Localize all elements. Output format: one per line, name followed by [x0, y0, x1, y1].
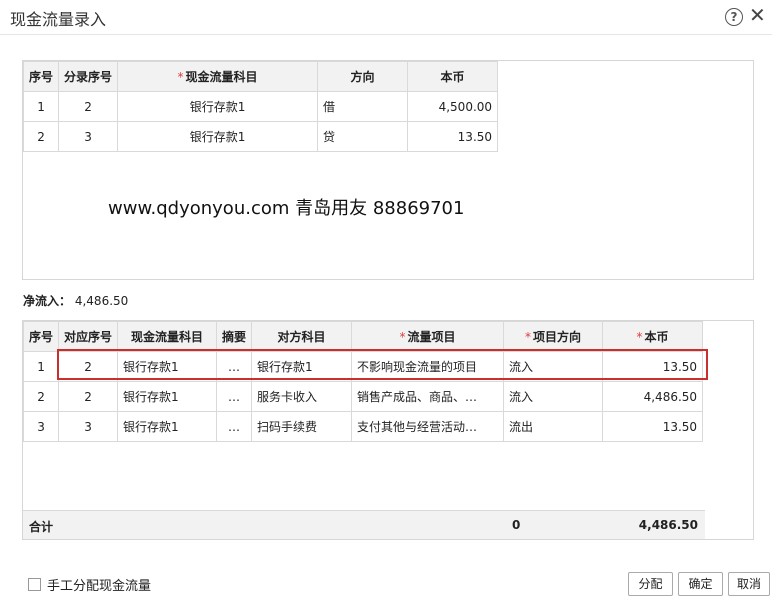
cell-counter-subject[interactable]: 扫码手续费 [251, 411, 353, 442]
col-counter-subject: 对方科目 [251, 321, 353, 352]
dialog-title: 现金流量录入 [10, 10, 107, 29]
cell-item-direction[interactable]: 流出 [503, 411, 604, 442]
dialog-titlebar: 现金流量录入 ? ✕ [0, 0, 772, 35]
col-amount: * 本币 [602, 321, 704, 352]
cell-ref-seq[interactable]: 3 [58, 411, 119, 442]
total-amount: 4,486.50 [638, 518, 698, 532]
manual-allocate-checkbox[interactable]: 手工分配现金流量 [28, 575, 151, 594]
col-summary: 摘要 [216, 321, 253, 352]
table-header-row: 序号 对应序号 现金流量科目 摘要 对方科目 * 流量项目 * 项目方向 * 本币 [22, 321, 704, 352]
net-flow-label: 净流入： [23, 294, 72, 308]
cell-direction[interactable]: 贷 [317, 121, 409, 152]
required-star-icon: * [525, 330, 532, 344]
help-icon[interactable]: ? [725, 8, 743, 26]
col-ref-seq: 对应序号 [58, 321, 119, 352]
ok-button[interactable]: 确定 [678, 572, 723, 596]
cell-seq: 3 [22, 411, 60, 442]
cell-amount[interactable]: 4,500.00 [407, 91, 499, 122]
col-cash-subject: * 现金流量科目 [117, 61, 319, 92]
col-cash-subject: 现金流量科目 [117, 321, 218, 352]
required-star-icon: * [177, 70, 184, 84]
checkbox-icon[interactable] [28, 578, 41, 591]
allocate-button[interactable]: 分配 [628, 572, 673, 596]
cell-subject[interactable]: 银行存款1 [117, 381, 218, 412]
cell-subject[interactable]: 银行存款1 [117, 411, 218, 442]
cell-ref-seq[interactable]: 2 [58, 381, 119, 412]
cell-amount[interactable]: 13.50 [602, 411, 704, 442]
col-seq: 序号 [22, 321, 60, 352]
cash-flow-table: 序号 对应序号 现金流量科目 摘要 对方科目 * 流量项目 * 项目方向 * 本币 1… [22, 321, 704, 442]
watermark-text: www.qdyonyou.com 青岛用友 88869701 [108, 198, 465, 219]
total-direction: 0 [512, 518, 521, 532]
cell-counter-subject[interactable]: 服务卡收入 [251, 381, 353, 412]
table-row[interactable]: 2 2 银行存款1 … 服务卡收入 销售产成品、商品、… 流入 4,486.50 [22, 381, 704, 412]
cell-item-direction[interactable]: 流入 [503, 381, 604, 412]
total-row: 合计 0 4,486.50 [23, 510, 705, 539]
cell-summary[interactable]: … [216, 381, 253, 412]
cell-subject[interactable]: 银行存款1 [117, 121, 319, 152]
col-amount: 本币 [407, 61, 499, 92]
cell-subject[interactable]: 银行存款1 [117, 351, 218, 382]
col-seq: 序号 [22, 61, 60, 92]
col-flow-item: * 流量项目 [351, 321, 505, 352]
cell-flow-item[interactable]: 不影响现金流量的项目 [351, 351, 505, 382]
cell-counter-subject[interactable]: 银行存款1 [251, 351, 353, 382]
cancel-button[interactable]: 取消 [728, 572, 770, 596]
top-entry-panel: 序号 分录序号 * 现金流量科目 方向 本币 1 2 银行存款1 借 4,500.… [22, 60, 754, 280]
table-row[interactable]: 3 3 银行存款1 … 扫码手续费 支付其他与经营活动… 流出 13.50 [22, 411, 704, 442]
cell-entry-seq: 3 [58, 121, 119, 152]
cell-seq: 1 [22, 351, 60, 382]
total-label: 合计 [29, 520, 54, 534]
table-row[interactable]: 1 2 银行存款1 … 银行存款1 不影响现金流量的项目 流入 13.50 [22, 351, 704, 382]
cell-direction[interactable]: 借 [317, 91, 409, 122]
col-entry-seq: 分录序号 [58, 61, 119, 92]
net-flow: 净流入： 4,486.50 [23, 292, 128, 309]
required-star-icon: * [636, 330, 643, 344]
cell-seq: 1 [22, 91, 60, 122]
col-item-direction: * 项目方向 [503, 321, 604, 352]
table-row[interactable]: 1 2 银行存款1 借 4,500.00 [22, 91, 499, 122]
top-entry-table: 序号 分录序号 * 现金流量科目 方向 本币 1 2 银行存款1 借 4,500.… [22, 61, 499, 152]
cell-amount[interactable]: 13.50 [407, 121, 499, 152]
cash-flow-panel: 序号 对应序号 现金流量科目 摘要 对方科目 * 流量项目 * 项目方向 * 本币 1… [22, 320, 754, 540]
cell-flow-item[interactable]: 销售产成品、商品、… [351, 381, 505, 412]
cell-subject[interactable]: 银行存款1 [117, 91, 319, 122]
table-header-row: 序号 分录序号 * 现金流量科目 方向 本币 [22, 61, 499, 92]
table-row[interactable]: 2 3 银行存款1 贷 13.50 [22, 121, 499, 152]
manual-allocate-label: 手工分配现金流量 [47, 579, 152, 594]
cell-summary[interactable]: … [216, 411, 253, 442]
cell-ref-seq[interactable]: 2 [58, 351, 119, 382]
cell-flow-item[interactable]: 支付其他与经营活动… [351, 411, 505, 442]
cell-entry-seq: 2 [58, 91, 119, 122]
required-star-icon: * [399, 330, 406, 344]
close-icon[interactable]: ✕ [749, 4, 766, 26]
cell-seq: 2 [22, 381, 60, 412]
cell-seq: 2 [22, 121, 60, 152]
col-direction: 方向 [317, 61, 409, 92]
cell-summary[interactable]: … [216, 351, 253, 382]
cell-item-direction[interactable]: 流入 [503, 351, 604, 382]
cell-amount[interactable]: 13.50 [602, 351, 704, 382]
net-flow-value: 4,486.50 [74, 294, 129, 308]
cell-amount[interactable]: 4,486.50 [602, 381, 704, 412]
